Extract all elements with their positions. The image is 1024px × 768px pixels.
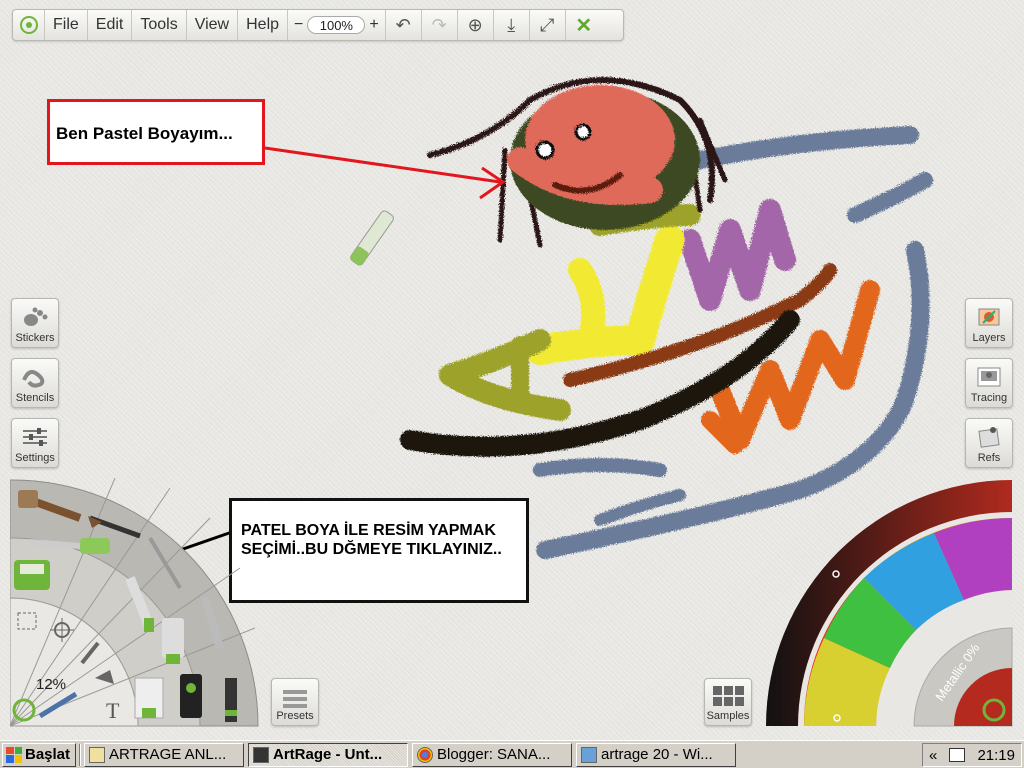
pastel-tool-icon xyxy=(14,560,50,590)
taskbar-separator xyxy=(79,743,81,766)
text-tool-icon: T xyxy=(106,698,120,723)
refs-label: Refs xyxy=(977,452,1001,464)
stencil-icon xyxy=(20,364,50,390)
refs-button[interactable]: Refs xyxy=(965,418,1013,468)
layers-label: Layers xyxy=(972,332,1006,344)
fullscreen-icon[interactable]: ⤢ xyxy=(530,10,566,40)
presets-icon xyxy=(283,690,307,708)
artrage-logo-icon[interactable] xyxy=(13,10,45,40)
samples-label: Samples xyxy=(706,710,750,722)
close-icon[interactable]: ✕ xyxy=(566,10,602,40)
svg-text:T: T xyxy=(106,698,120,723)
menu-bar: File Edit Tools View Help − 100% + ↶ ↷ ⊕… xyxy=(12,9,624,41)
annotation-instruction: PATEL BOYA İLE RESİM YAPMAK SEÇİMİ..BU D… xyxy=(229,498,529,603)
settings-label: Settings xyxy=(15,452,55,464)
menu-file[interactable]: File xyxy=(45,10,88,40)
layers-button[interactable]: Layers xyxy=(965,298,1013,348)
stencils-button[interactable]: Stencils xyxy=(11,358,59,408)
reference-pin-icon xyxy=(974,424,1004,450)
menu-tools[interactable]: Tools xyxy=(132,10,187,40)
paint-tube-icon xyxy=(162,618,184,664)
zoom-in-button[interactable]: + xyxy=(369,16,378,34)
redo-icon[interactable]: ↷ xyxy=(422,10,458,40)
task-image-viewer[interactable]: artrage 20 - Wi... xyxy=(576,742,736,767)
chrome-icon xyxy=(417,746,433,763)
start-label: Başlat xyxy=(25,746,71,763)
tracing-label: Tracing xyxy=(970,392,1008,404)
menu-view[interactable]: View xyxy=(187,10,239,40)
tray-expand-chevron[interactable]: « xyxy=(929,747,937,764)
roller-icon xyxy=(134,677,164,719)
zoom-field[interactable]: 100% xyxy=(307,16,366,34)
stencils-label: Stencils xyxy=(15,392,55,404)
tracing-button[interactable]: Tracing xyxy=(965,358,1013,408)
sliders-icon xyxy=(20,424,50,450)
stickers-label: Stickers xyxy=(15,332,55,344)
settings-button[interactable]: Settings xyxy=(11,418,59,468)
rotate-canvas-icon[interactable]: ⊕ xyxy=(458,10,494,40)
language-indicator-icon[interactable] xyxy=(949,748,966,762)
task-label: Blogger: SANA... xyxy=(437,746,551,763)
pastel-cursor-icon xyxy=(350,210,394,266)
tracing-icon xyxy=(974,364,1004,390)
stickers-button[interactable]: Stickers xyxy=(11,298,59,348)
color-picker-wheel[interactable]: Metallic 0% xyxy=(764,478,1016,730)
windows-taskbar: Başlat ARTRAGE ANL... ArtRage - Unt... B… xyxy=(0,740,1024,768)
undo-icon[interactable]: ↶ xyxy=(386,10,422,40)
download-icon[interactable]: ⤓ xyxy=(494,10,530,40)
task-label: artrage 20 - Wi... xyxy=(601,746,713,763)
presets-button[interactable]: Presets xyxy=(271,678,319,726)
image-icon xyxy=(581,746,597,763)
footprint-icon xyxy=(20,304,50,330)
presets-label: Presets xyxy=(276,710,314,722)
menu-edit[interactable]: Edit xyxy=(88,10,133,40)
task-artrage-doc[interactable]: ARTRAGE ANL... xyxy=(84,742,244,767)
start-button[interactable]: Başlat xyxy=(2,742,76,767)
task-artrage-app[interactable]: ArtRage - Unt... xyxy=(248,742,408,767)
samples-button[interactable]: Samples xyxy=(704,678,752,726)
layers-icon xyxy=(974,304,1004,330)
task-blogger[interactable]: Blogger: SANA... xyxy=(412,742,572,767)
tool-size-value[interactable]: 12% xyxy=(36,676,66,693)
painting-canvas[interactable]: File Edit Tools View Help − 100% + ↶ ↷ ⊕… xyxy=(0,0,1024,740)
task-label: ARTRAGE ANL... xyxy=(109,746,227,763)
artrage-app-icon xyxy=(253,746,269,763)
annotation-pastel-note: Ben Pastel Boyayım... xyxy=(47,99,265,165)
glitter-tube-icon xyxy=(180,674,202,718)
system-tray: « 21:19 xyxy=(922,743,1022,767)
task-label: ArtRage - Unt... xyxy=(273,746,383,763)
document-icon xyxy=(89,746,105,763)
ink-pen-icon xyxy=(225,678,237,722)
menu-help[interactable]: Help xyxy=(238,10,289,40)
windows-flag-icon xyxy=(6,746,22,763)
zoom-out-button[interactable]: − xyxy=(294,16,303,34)
tool-picker-wheel[interactable]: T 12% xyxy=(10,478,260,728)
clock[interactable]: 21:19 xyxy=(977,747,1015,764)
zoom-control: − 100% + xyxy=(288,10,386,40)
samples-grid-icon xyxy=(713,686,744,706)
